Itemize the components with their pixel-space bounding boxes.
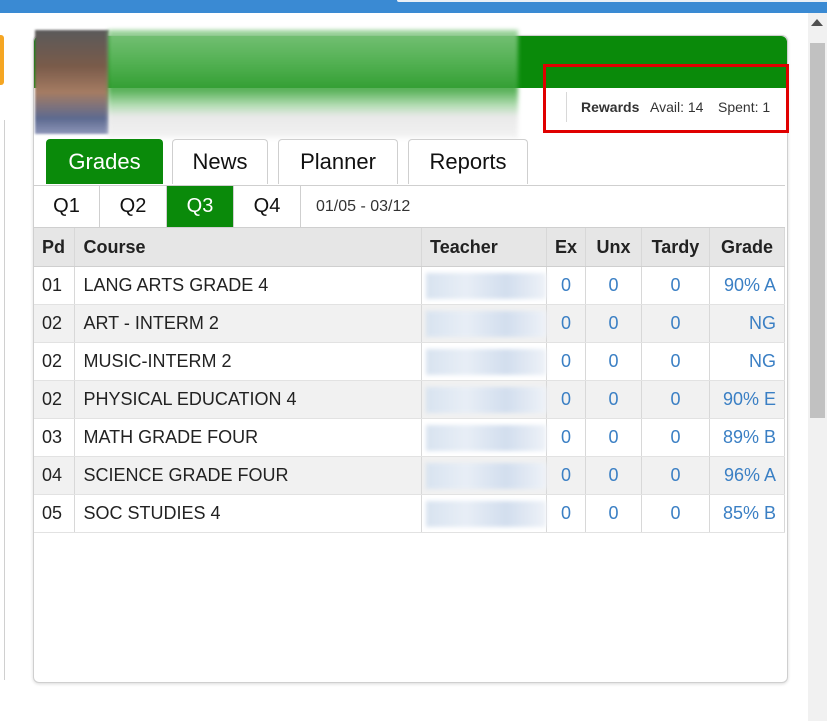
cell-teacher-redacted (421, 342, 547, 381)
table-header-row: Pd Course Teacher Ex Unx Tardy Grade (34, 228, 786, 267)
cell-pd: 05 (34, 494, 76, 533)
cell-grade[interactable]: NG (709, 342, 786, 381)
cell-unx[interactable]: 0 (585, 456, 642, 495)
header-pd: Pd (34, 228, 76, 267)
scrollbar-thumb[interactable] (810, 43, 825, 418)
table-row: 05 SOC STUDIES 4 0 0 0 85% B (34, 494, 786, 533)
cell-unx[interactable]: 0 (585, 380, 642, 419)
scroll-up-arrow-icon[interactable] (811, 19, 823, 26)
cell-pd: 02 (34, 380, 76, 419)
quarter-q1[interactable]: Q1 (34, 186, 100, 227)
table-row: 02 ART - INTERM 2 0 0 0 NG (34, 304, 786, 343)
cell-grade[interactable]: NG (709, 304, 786, 343)
header-ex: Ex (546, 228, 587, 267)
date-range: 01/05 - 03/12 (316, 198, 411, 215)
student-name-redacted (108, 30, 518, 138)
cell-ex[interactable]: 0 (546, 304, 587, 343)
cell-course: ART - INTERM 2 (74, 304, 423, 343)
cell-tardy[interactable]: 0 (641, 266, 710, 305)
cell-pd: 01 (34, 266, 76, 305)
cell-course: MATH GRADE FOUR (74, 418, 423, 457)
cell-course: SCIENCE GRADE FOUR (74, 456, 423, 495)
cell-ex[interactable]: 0 (546, 494, 587, 533)
cell-unx[interactable]: 0 (585, 342, 642, 381)
cell-course: LANG ARTS GRADE 4 (74, 266, 423, 305)
left-divider (0, 120, 5, 680)
cell-teacher-redacted (421, 304, 547, 343)
cell-ex[interactable]: 0 (546, 418, 587, 457)
cell-tardy[interactable]: 0 (641, 456, 710, 495)
rewards-highlight-box (543, 64, 789, 133)
cell-ex[interactable]: 0 (546, 342, 587, 381)
cell-course: PHYSICAL EDUCATION 4 (74, 380, 423, 419)
cell-tardy[interactable]: 0 (641, 342, 710, 381)
header-course: Course (74, 228, 423, 267)
tab-planner[interactable]: Planner (278, 139, 398, 184)
side-accent (0, 35, 4, 85)
header-teacher: Teacher (421, 228, 547, 267)
grades-table: Pd Course Teacher Ex Unx Tardy Grade 01 … (34, 228, 786, 533)
cell-grade[interactable]: 90% A (709, 266, 786, 305)
cell-unx[interactable]: 0 (585, 266, 642, 305)
cell-ex[interactable]: 0 (546, 380, 587, 419)
vertical-scrollbar[interactable] (808, 13, 827, 721)
cell-teacher-redacted (421, 380, 547, 419)
header-tardy: Tardy (641, 228, 710, 267)
cell-tardy[interactable]: 0 (641, 418, 710, 457)
cell-unx[interactable]: 0 (585, 304, 642, 343)
quarter-q4[interactable]: Q4 (234, 186, 301, 227)
tab-news[interactable]: News (172, 139, 268, 184)
cell-grade[interactable]: 96% A (709, 456, 786, 495)
browser-top-bar (0, 0, 827, 13)
header-grade: Grade (709, 228, 786, 267)
table-row: 01 LANG ARTS GRADE 4 0 0 0 90% A (34, 266, 786, 305)
cell-teacher-redacted (421, 418, 547, 457)
cell-grade[interactable]: 89% B (709, 418, 786, 457)
header-unx: Unx (585, 228, 642, 267)
cell-pd: 04 (34, 456, 76, 495)
cell-unx[interactable]: 0 (585, 494, 642, 533)
cell-teacher-redacted (421, 266, 547, 305)
quarter-q3[interactable]: Q3 (167, 186, 234, 227)
cell-tardy[interactable]: 0 (641, 494, 710, 533)
table-row: 02 PHYSICAL EDUCATION 4 0 0 0 90% E (34, 380, 786, 419)
table-row: 04 SCIENCE GRADE FOUR 0 0 0 96% A (34, 456, 786, 495)
cell-ex[interactable]: 0 (546, 266, 587, 305)
cell-course: SOC STUDIES 4 (74, 494, 423, 533)
cell-tardy[interactable]: 0 (641, 304, 710, 343)
cell-ex[interactable]: 0 (546, 456, 587, 495)
table-row: 02 MUSIC-INTERM 2 0 0 0 NG (34, 342, 786, 381)
cell-tardy[interactable]: 0 (641, 380, 710, 419)
student-avatar (35, 30, 109, 134)
cell-teacher-redacted (421, 456, 547, 495)
cell-pd: 02 (34, 304, 76, 343)
cell-grade[interactable]: 90% E (709, 380, 786, 419)
quarter-selector: Q1 Q2 Q3 Q4 01/05 - 03/12 (34, 185, 785, 228)
cell-teacher-redacted (421, 494, 547, 533)
cell-grade[interactable]: 85% B (709, 494, 786, 533)
cell-unx[interactable]: 0 (585, 418, 642, 457)
quarter-q2[interactable]: Q2 (100, 186, 167, 227)
cell-pd: 02 (34, 342, 76, 381)
tab-reports[interactable]: Reports (408, 139, 528, 184)
browser-tab-edge (397, 0, 827, 2)
table-row: 03 MATH GRADE FOUR 0 0 0 89% B (34, 418, 786, 457)
cell-course: MUSIC-INTERM 2 (74, 342, 423, 381)
cell-pd: 03 (34, 418, 76, 457)
tab-grades[interactable]: Grades (46, 139, 163, 184)
